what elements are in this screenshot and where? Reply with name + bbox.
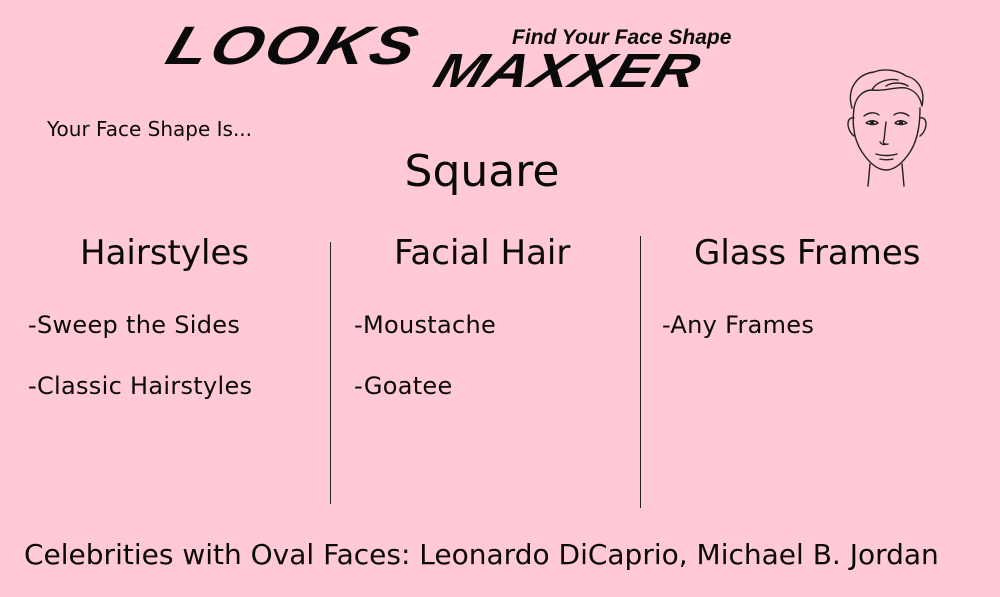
hairstyles-heading: Hairstyles — [80, 233, 250, 273]
facial-hair-item: -Moustache — [354, 311, 497, 339]
glass-frames-item: -Any Frames — [662, 311, 815, 339]
celebrities-footer: Celebrities with Oval Faces: Leonardo Di… — [24, 538, 939, 571]
logo-looks-text: LOOKS — [159, 14, 429, 76]
intro-text: Your Face Shape Is... — [47, 117, 253, 141]
hairstyle-item: -Classic Hairstyles — [28, 372, 253, 400]
face-shape-result: Square — [404, 146, 560, 197]
facial-hair-heading: Facial Hair — [394, 233, 571, 273]
logo-tagline: Find Your Face Shape — [512, 26, 732, 49]
glass-frames-heading: Glass Frames — [694, 233, 921, 273]
column-divider — [640, 236, 641, 508]
logo-maxxer-text: MAXXER — [427, 43, 708, 98]
column-divider — [330, 242, 331, 504]
hairstyle-item: -Sweep the Sides — [28, 311, 241, 339]
facial-hair-item: -Goatee — [354, 372, 453, 400]
